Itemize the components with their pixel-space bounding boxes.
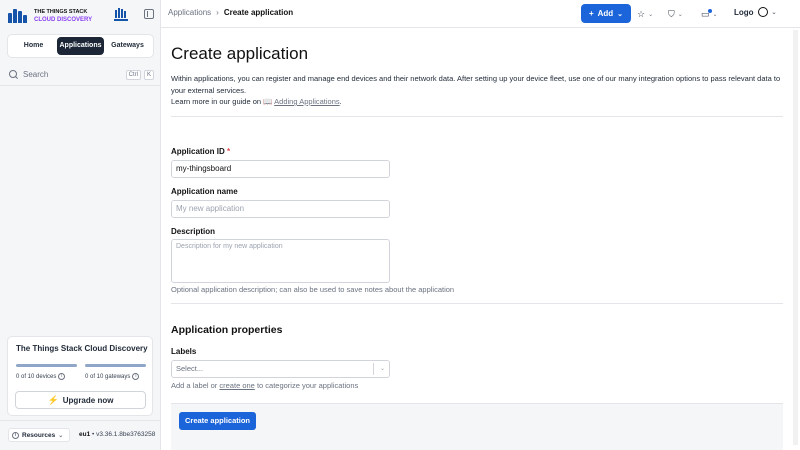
- top-bar: Applications › Create application + Add …: [161, 0, 800, 28]
- tab-gateways[interactable]: Gateways: [104, 37, 151, 55]
- page-description: Within applications, you can register an…: [171, 74, 781, 95]
- app-id-input[interactable]: my-thingsboard: [171, 160, 390, 178]
- gateways-usage-label: 0 of 10 gateways i: [85, 373, 140, 380]
- search-label: Search: [23, 70, 49, 79]
- breadcrumb-applications[interactable]: Applications: [168, 8, 211, 17]
- main-content: Create application Within applications, …: [161, 28, 791, 450]
- properties-title: Application properties: [171, 324, 283, 336]
- plus-icon: +: [588, 9, 594, 18]
- book-icon: 📖: [263, 97, 273, 106]
- search-icon: [8, 69, 19, 80]
- add-button[interactable]: + Add ⌄: [581, 4, 631, 23]
- labels-placeholder: Select...: [176, 364, 204, 373]
- divider: [171, 116, 783, 117]
- brand-logo[interactable]: THE THINGS STACK CLOUD DISCOVERY: [8, 8, 92, 24]
- inbox-icon: ▭: [701, 8, 712, 19]
- tab-applications[interactable]: Applications: [57, 37, 104, 55]
- user-icon: [757, 7, 768, 17]
- kbd-ctrl: Ctrl: [125, 69, 141, 80]
- chevron-down-icon: ⌄: [648, 11, 654, 18]
- guide-line: Learn more in our guide on 📖 Adding Appl…: [171, 97, 342, 106]
- breadcrumb: Applications › Create application: [168, 8, 293, 17]
- sidebar: THE THINGS STACK CLOUD DISCOVERY Home Ap…: [0, 0, 161, 450]
- labels-label: Labels: [171, 347, 197, 356]
- tts-logo-icon: [8, 9, 30, 23]
- chevron-down-icon: ⌄: [379, 366, 385, 372]
- form-footer: Create application: [171, 403, 783, 450]
- kbd-k: K: [143, 69, 154, 80]
- plan-title: The Things Stack Cloud Discovery: [16, 344, 148, 353]
- divider: [171, 303, 783, 304]
- sidebar-search[interactable]: Search Ctrl K: [8, 66, 154, 83]
- tag-icon: ⛉: [668, 8, 675, 19]
- info-icon[interactable]: i: [132, 373, 140, 380]
- page-title: Create application: [171, 44, 309, 63]
- upgrade-label: Upgrade now: [62, 395, 114, 405]
- brand-line2: CLOUD DISCOVERY: [34, 17, 93, 23]
- chevron-down-icon: ⌄: [771, 9, 777, 16]
- create-label-link[interactable]: create one: [219, 381, 254, 390]
- chevron-down-icon: ⌄: [617, 10, 624, 18]
- select-separator: [373, 363, 374, 375]
- tab-home[interactable]: Home: [10, 37, 57, 55]
- guide-link[interactable]: Adding Applications: [274, 97, 339, 106]
- info-icon[interactable]: i: [58, 373, 66, 380]
- plan-card: The Things Stack Cloud Discovery 0 of 10…: [7, 336, 153, 416]
- sidebar-divider: [0, 85, 160, 86]
- brand-line1: THE THINGS STACK: [34, 9, 88, 15]
- app-id-label: Application ID *: [171, 147, 231, 156]
- breadcrumb-current: Create application: [223, 8, 294, 17]
- sidebar-collapse-icon[interactable]: [144, 9, 154, 19]
- bolt-icon: ⚡: [47, 394, 59, 405]
- chevron-down-icon: ⌄: [677, 11, 683, 18]
- breadcrumb-separator: ›: [216, 8, 219, 17]
- star-icon: ☆: [637, 8, 646, 19]
- labels-select[interactable]: Select... ⌄: [171, 360, 390, 378]
- sidebar-nav-tabs: Home Applications Gateways: [7, 34, 154, 58]
- notifications-button[interactable]: ▭ ⌄: [701, 6, 718, 22]
- create-application-button[interactable]: Create application: [179, 412, 256, 430]
- chevron-down-icon: ⌄: [58, 432, 64, 439]
- sidebar-footer: i Resources ⌄ eu1 • v3.36.1.8be3763258: [0, 420, 160, 448]
- add-label: Add: [597, 9, 614, 18]
- app-name-label: Application name: [171, 187, 238, 196]
- scrollbar[interactable]: [793, 30, 798, 445]
- upgrade-button[interactable]: ⚡ Upgrade now: [15, 391, 146, 409]
- gateways-usage-bar: [85, 364, 146, 367]
- labels-help: Add a label or create one to categorize …: [171, 381, 359, 390]
- description-textarea[interactable]: Description for my new application: [171, 239, 390, 283]
- bookmarks-button[interactable]: ☆ ⌄: [637, 6, 653, 22]
- description-help: Optional application description; can al…: [171, 285, 455, 294]
- description-label: Description: [171, 227, 216, 236]
- version-info: eu1 • v3.36.1.8be3763258: [79, 431, 156, 438]
- app-name-input[interactable]: My new application: [171, 200, 390, 218]
- partner-logo-icon: [114, 8, 128, 21]
- info-icon: i: [12, 431, 19, 439]
- devices-usage-label: 0 of 10 devices i: [16, 373, 66, 380]
- logo-image-alt: Logo: [734, 7, 754, 17]
- chevron-down-icon: ⌄: [712, 11, 718, 18]
- resources-label: Resources: [22, 431, 56, 439]
- resources-button[interactable]: i Resources ⌄: [8, 428, 70, 442]
- account-menu[interactable]: Logo ⌄: [734, 7, 777, 17]
- devices-usage-bar: [16, 364, 77, 367]
- tags-button[interactable]: ⛉ ⌄: [668, 6, 683, 22]
